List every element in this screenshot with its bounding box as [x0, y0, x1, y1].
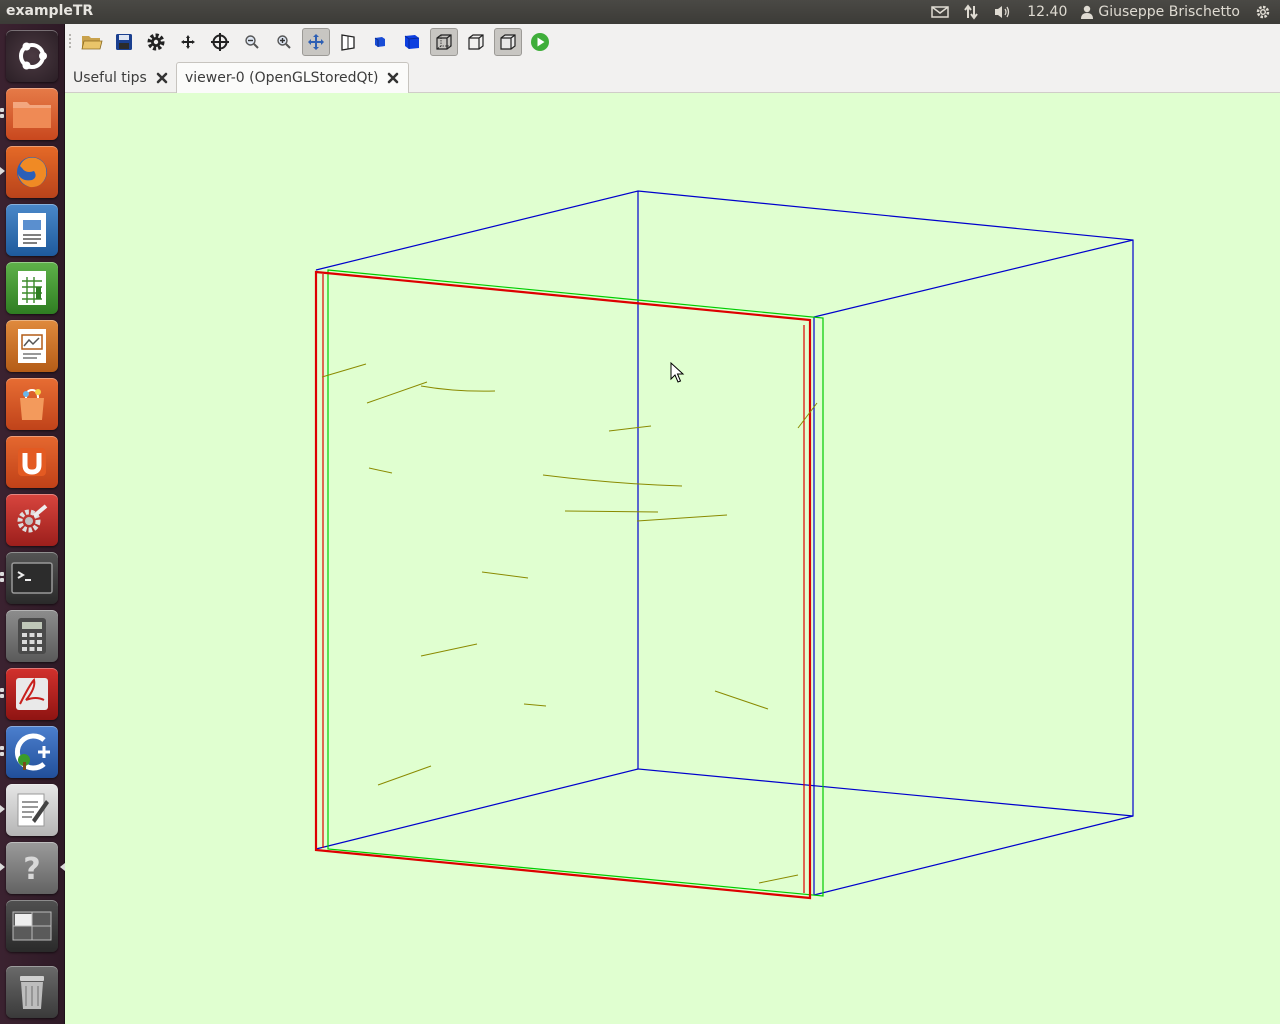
firefox-launcher[interactable]	[6, 146, 58, 198]
impress-launcher[interactable]	[6, 320, 58, 372]
wireframe-button[interactable]	[462, 28, 490, 56]
terminal-icon	[11, 562, 53, 594]
workspace-switcher-icon	[12, 911, 52, 941]
save-button[interactable]	[110, 28, 138, 56]
presentation-icon	[18, 329, 46, 363]
wireframe-cube-icon	[468, 34, 484, 50]
toolbar-grip[interactable]	[69, 34, 71, 50]
writer-launcher[interactable]	[6, 204, 58, 256]
tab-close-icon[interactable]	[155, 71, 169, 85]
hidden-line-button[interactable]	[430, 28, 458, 56]
pdf-reader-icon	[16, 678, 48, 710]
mail-icon[interactable]	[931, 5, 950, 19]
calculator-launcher[interactable]	[6, 610, 58, 662]
rotate-icon	[308, 34, 324, 50]
help-launcher[interactable]: ?	[6, 842, 58, 894]
system-settings-launcher[interactable]	[6, 494, 58, 546]
crosshair-icon	[211, 33, 229, 51]
pick-button[interactable]	[206, 28, 234, 56]
clock[interactable]: 12.40	[1027, 4, 1067, 20]
blue-cube-icon	[404, 35, 420, 49]
calculator-icon	[18, 618, 46, 654]
user-name: Giuseppe Brischetto	[1098, 4, 1240, 20]
workspace-switcher-launcher[interactable]	[6, 900, 58, 952]
text-editor-launcher[interactable]	[6, 784, 58, 836]
perspective-icon	[341, 34, 355, 51]
tab-close-icon[interactable]	[386, 71, 400, 85]
tab-viewer-0[interactable]: viewer-0 (OpenGLStoredQt)	[176, 62, 410, 93]
session-gear-icon[interactable]	[1254, 3, 1272, 21]
zoom-in-button[interactable]	[270, 28, 298, 56]
ubuntu-one-icon	[18, 448, 46, 476]
user-menu[interactable]: Giuseppe Brischetto	[1081, 4, 1240, 20]
zoom-out-icon	[245, 35, 259, 49]
spreadsheet-icon	[18, 271, 46, 305]
software-center-launcher[interactable]	[6, 378, 58, 430]
open-folder-icon	[81, 36, 103, 50]
text-editor-icon	[17, 793, 49, 827]
svg-text:?: ?	[23, 852, 40, 887]
tab-label: viewer-0 (OpenGLStoredQt)	[185, 70, 379, 86]
tab-bar: Useful tips viewer-0 (OpenGLStoredQt)	[65, 60, 1280, 93]
tab-useful-tips[interactable]: Useful tips	[65, 62, 177, 93]
mouse-cursor-icon	[670, 361, 685, 383]
terminal-launcher[interactable]	[6, 552, 58, 604]
zoom-out-button[interactable]	[238, 28, 266, 56]
move-button[interactable]	[174, 28, 202, 56]
wire-cube-icon	[436, 34, 452, 50]
top-panel: exampleTR 12.40 Giuseppe Brischetto	[0, 0, 1280, 24]
reader-launcher[interactable]	[6, 668, 58, 720]
scene-canvas[interactable]	[65, 93, 1280, 1024]
opengl-viewer[interactable]	[65, 93, 1280, 1024]
settings-wrench-icon	[17, 504, 48, 533]
ubuntu-one-launcher[interactable]	[6, 436, 58, 488]
open-button[interactable]	[78, 28, 106, 56]
cpp-ide-launcher[interactable]	[6, 726, 58, 778]
surface-cube-icon	[500, 34, 516, 50]
calc-launcher[interactable]	[6, 262, 58, 314]
toolbar	[65, 24, 1280, 60]
writer-icon	[18, 213, 46, 247]
user-icon	[1081, 5, 1094, 19]
perspective-button[interactable]	[334, 28, 362, 56]
settings-button[interactable]	[142, 28, 170, 56]
play-icon	[531, 33, 549, 51]
solid-view-button[interactable]	[398, 28, 426, 56]
ubuntu-dash-button[interactable]	[6, 30, 58, 82]
trash-icon	[20, 976, 44, 1009]
gear-icon	[147, 33, 165, 51]
launcher: ?	[0, 24, 65, 1024]
front-view-button[interactable]	[366, 28, 394, 56]
ubuntu-logo-icon	[19, 42, 47, 70]
network-icon[interactable]	[963, 4, 979, 20]
volume-icon[interactable]	[993, 4, 1013, 20]
trash-launcher[interactable]	[6, 966, 58, 1018]
target-volume	[314, 270, 812, 900]
cpp-tree-icon	[14, 733, 50, 771]
indicator-area: 12.40 Giuseppe Brischetto	[931, 0, 1272, 24]
app-title: exampleTR	[6, 3, 94, 19]
rotate-button[interactable]	[302, 28, 330, 56]
folder-icon	[13, 102, 51, 128]
shopping-bag-icon	[20, 388, 44, 420]
tab-label: Useful tips	[73, 69, 147, 86]
blue-cube-small-icon	[374, 37, 385, 47]
run-button[interactable]	[526, 28, 554, 56]
particle-tracks	[321, 363, 818, 884]
firefox-icon	[17, 157, 47, 188]
files-launcher[interactable]	[6, 88, 58, 140]
zoom-in-icon	[277, 35, 291, 49]
envelope-volume	[327, 269, 824, 897]
help-icon: ?	[23, 852, 40, 887]
world-volume	[315, 190, 1134, 896]
move-arrows-icon	[181, 35, 195, 49]
floppy-icon	[116, 34, 132, 50]
hidden-surface-button[interactable]	[494, 28, 522, 56]
